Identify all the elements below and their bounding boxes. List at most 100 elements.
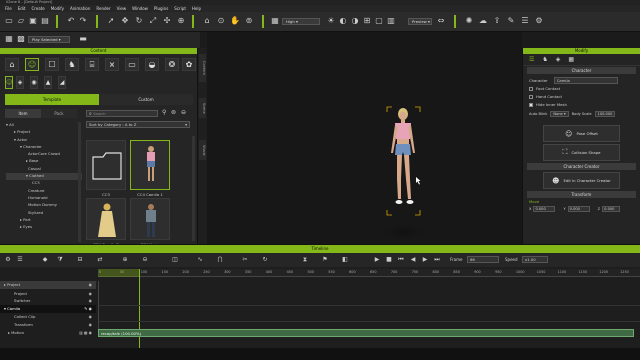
- tree-item-stylized[interactable]: Stylized: [6, 210, 82, 217]
- motion-track-icons[interactable]: ▥ ▦ ◉: [79, 329, 96, 337]
- open-folder-icon[interactable]: ▱: [16, 16, 26, 26]
- section-transform[interactable]: Transform: [527, 191, 636, 198]
- panel-icon[interactable]: ▩: [16, 34, 26, 44]
- collision-shape-button[interactable]: ⛶ Collision Shape: [543, 144, 620, 161]
- render-icon[interactable]: ▦: [270, 16, 280, 26]
- menu-window[interactable]: Window: [129, 6, 151, 11]
- 3d-viewport[interactable]: [207, 32, 522, 244]
- hand-contact-checkbox[interactable]: Hand Contact: [523, 93, 640, 101]
- accessory-icon[interactable]: ◈: [16, 76, 24, 89]
- rotate-icon[interactable]: ↻: [134, 16, 144, 26]
- curve-icon[interactable]: ∿: [195, 255, 205, 265]
- menu-edit[interactable]: Edit: [15, 6, 29, 11]
- tree-item-base[interactable]: ▸ Base: [6, 158, 82, 165]
- edit-in-cc-button[interactable]: ☻ Edit in Character Creator: [543, 172, 620, 189]
- track-switcher[interactable]: Switcher ◉: [0, 297, 96, 305]
- tree-scrollbar[interactable]: [78, 122, 81, 242]
- thumb-cc4-camila-1[interactable]: CC4 Camila 1: [130, 140, 170, 197]
- shoe-icon[interactable]: ◢: [58, 76, 66, 89]
- character-name-input[interactable]: Camila: [553, 76, 618, 84]
- section-character[interactable]: Character: [527, 67, 636, 74]
- tree-item-actorcore-crowd[interactable]: ActorCore Crowd: [6, 151, 82, 158]
- tab-custom[interactable]: Custom: [99, 94, 193, 105]
- checker-icon[interactable]: ▦: [568, 56, 574, 63]
- tree-item-actor[interactable]: ▾ Actor: [6, 137, 82, 144]
- thumb-cc4-camila-2[interactable]: CC4 Camila 2: [86, 198, 126, 247]
- pose-offset-button[interactable]: ☺ Pose Offset: [543, 125, 620, 142]
- break-icon[interactable]: ✂: [240, 255, 250, 265]
- character-in-viewport[interactable]: [207, 32, 522, 244]
- ao-icon[interactable]: ◑: [350, 16, 360, 26]
- pan-icon[interactable]: ✋: [230, 16, 240, 26]
- thumb-cc4-kevin[interactable]: CC4 Kevin: [130, 198, 170, 247]
- cloth-icon[interactable]: ▲: [44, 76, 52, 89]
- shadow-icon[interactable]: ◐: [338, 16, 348, 26]
- orbit-icon[interactable]: ⊚: [244, 16, 254, 26]
- grid-icon[interactable]: ⊞: [362, 16, 372, 26]
- flatten-icon[interactable]: ⊟: [75, 255, 85, 265]
- menu-plugins[interactable]: Plugins: [151, 6, 171, 11]
- hide-inner-mesh-checkbox[interactable]: Hide Inner Mesh: [523, 101, 640, 109]
- next-frame-icon[interactable]: ▶: [420, 255, 430, 265]
- media-icon[interactable]: ✿: [182, 58, 196, 71]
- motion-clip[interactable]: recap/talk (100.00%): [98, 329, 634, 337]
- move-y-input[interactable]: 0.000: [567, 206, 590, 212]
- prev-frame-icon[interactable]: ◀: [408, 255, 418, 265]
- menu-create[interactable]: Create: [28, 6, 47, 11]
- track-collect-clip[interactable]: Collect Clip ◉: [0, 313, 96, 321]
- sky-content-icon[interactable]: ▭: [125, 58, 139, 71]
- key-icon[interactable]: ◆: [40, 255, 50, 265]
- menu-render[interactable]: Render: [93, 6, 113, 11]
- sort-dropdown[interactable]: Sort by Category : A to Z ▾: [86, 121, 190, 128]
- menu-help[interactable]: Help: [189, 6, 204, 11]
- display-icon[interactable]: ▢: [374, 16, 384, 26]
- track-project-header[interactable]: ▸ Project ◉: [0, 281, 96, 289]
- save-as-icon[interactable]: ▤: [40, 16, 50, 26]
- autoblink-dropdown[interactable]: None ▾: [550, 111, 569, 117]
- undo-icon[interactable]: ↶: [66, 16, 76, 26]
- layout-icon[interactable]: ▦: [4, 34, 14, 44]
- tab-visual-vertical[interactable]: Visual: [199, 140, 206, 160]
- tree-item-casual[interactable]: Casual: [6, 166, 82, 173]
- move-x-input[interactable]: 0.000: [533, 206, 556, 212]
- sync-icon[interactable]: ⇄: [95, 255, 105, 265]
- speed-dropdown[interactable]: x1.00: [522, 256, 548, 263]
- menu-file[interactable]: File: [2, 6, 15, 11]
- tab-content-vertical[interactable]: Content: [199, 54, 206, 82]
- tree-item-cc3[interactable]: CC3: [6, 180, 82, 187]
- layer-icon[interactable]: ◫: [170, 255, 180, 265]
- stop-icon[interactable]: ■: [384, 255, 394, 265]
- redo-icon[interactable]: ↷: [78, 16, 88, 26]
- eye-icon[interactable]: ◉: [89, 281, 96, 289]
- attributes-icon[interactable]: ☰: [529, 56, 534, 63]
- motion-edit-icon[interactable]: ♞: [542, 56, 547, 63]
- eye-icon[interactable]: ◉: [89, 313, 96, 321]
- view-icon[interactable]: ⊚: [171, 109, 176, 116]
- play-mode-dropdown[interactable]: Play Selected ▾: [28, 36, 70, 43]
- settings-icon[interactable]: ⚙: [534, 16, 544, 26]
- tree-item-motion-dummy[interactable]: Motion Dummy: [6, 202, 82, 209]
- gizmo-icon[interactable]: ✣: [162, 16, 172, 26]
- section-character-creator[interactable]: Character Creator: [527, 163, 636, 170]
- remove-key-icon[interactable]: ⊖: [140, 255, 150, 265]
- subtab-item[interactable]: Item: [5, 109, 41, 118]
- light-icon[interactable]: ☀: [326, 16, 336, 26]
- rewind-icon[interactable]: ⏮: [396, 255, 406, 265]
- play-icon[interactable]: ▶: [372, 255, 382, 265]
- magnet-icon[interactable]: ⋂: [215, 255, 225, 265]
- project-icon[interactable]: ⌂: [5, 58, 19, 71]
- ripple-icon[interactable]: ⧗: [300, 255, 310, 265]
- track-camila-header[interactable]: ▾ Camila ✎ ◉: [0, 305, 96, 313]
- list-icon[interactable]: ☰: [520, 16, 530, 26]
- tree-item-humanoid[interactable]: Humanoid: [6, 195, 82, 202]
- tree-item-all[interactable]: ▾ All: [6, 122, 82, 129]
- filter-icon[interactable]: ⚲: [162, 109, 166, 116]
- eye-icon[interactable]: ◉: [89, 297, 96, 305]
- motion-icon[interactable]: ♞: [65, 58, 79, 71]
- water-icon[interactable]: ◒: [145, 58, 159, 71]
- forward-end-icon[interactable]: ⏭: [432, 255, 442, 265]
- search-field[interactable]: ⌕ Search: [86, 110, 158, 117]
- zoom-icon[interactable]: ⊙: [216, 16, 226, 26]
- material-icon[interactable]: ◈: [556, 56, 561, 63]
- timeline-ruler[interactable]: 0 50 100 150 200 250 300 350 400 450 500 550 600 650 7…: [98, 269, 640, 277]
